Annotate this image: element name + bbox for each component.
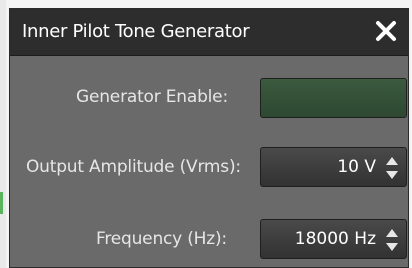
background-accent — [0, 192, 3, 214]
output-amplitude-label: Output Amplitude (Vrms): — [26, 157, 241, 177]
output-amplitude-value: 10 V — [337, 157, 376, 177]
generator-enable-toggle[interactable] — [260, 78, 407, 118]
pilot-tone-dialog: Inner Pilot Tone Generator Generator Ena… — [9, 8, 409, 268]
close-icon[interactable] — [374, 19, 398, 43]
background-strip — [0, 0, 6, 268]
output-amplitude-spinner[interactable]: 10 V — [260, 147, 407, 187]
dialog-titlebar: Inner Pilot Tone Generator — [10, 9, 408, 56]
frequency-spinner[interactable]: 18000 Hz — [260, 219, 407, 259]
frequency-value: 18000 Hz — [294, 229, 376, 249]
output-amplitude-label-clip: Output Amplitude (Vrms): — [26, 155, 254, 185]
dialog-title: Inner Pilot Tone Generator — [22, 21, 250, 42]
spinner-arrows-icon[interactable] — [384, 154, 400, 182]
frequency-label: Frequency (Hz): — [96, 229, 227, 249]
spinner-arrows-icon[interactable] — [384, 226, 400, 254]
generator-enable-label: Generator Enable: — [76, 87, 228, 107]
